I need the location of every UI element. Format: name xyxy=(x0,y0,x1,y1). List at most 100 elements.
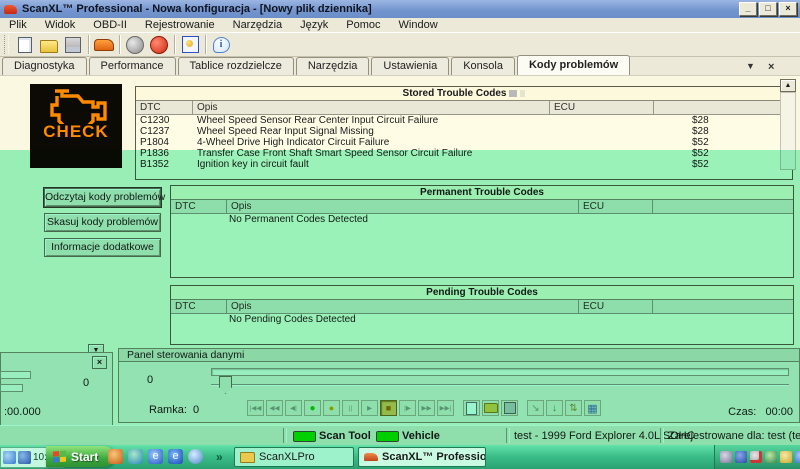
menu-plik[interactable]: Plik xyxy=(0,19,36,31)
tray-network-icon[interactable] xyxy=(750,451,762,463)
minimize-button[interactable]: _ xyxy=(739,2,757,16)
tab-kody-problemow[interactable]: Kody problemów xyxy=(517,55,630,75)
menu-widok[interactable]: Widok xyxy=(36,19,85,31)
save-file-button[interactable] xyxy=(61,34,85,55)
read-codes-button[interactable]: Odczytaj kody problemów xyxy=(44,188,161,207)
column-header-opis[interactable]: Opis xyxy=(227,300,579,313)
statusbar-separator xyxy=(506,428,510,443)
window-title: ScanXL™ Professional - Nowa konfiguracja… xyxy=(22,3,372,15)
scrollbar-up-icon[interactable]: ▲ xyxy=(780,79,796,92)
fast-rewind-button[interactable]: ◀◀ xyxy=(266,400,283,416)
car-icon xyxy=(364,453,378,461)
column-header-dtc[interactable]: DTC xyxy=(171,200,227,213)
new-log-button[interactable] xyxy=(463,400,480,416)
column-header-ecu[interactable]: ECU xyxy=(579,300,653,313)
column-header-blank[interactable] xyxy=(653,200,793,213)
table-row[interactable]: C1237 Wheel Speed Rear Input Signal Miss… xyxy=(136,126,792,137)
browser-icon[interactable] xyxy=(108,449,123,464)
step-back-button[interactable]: ◀| xyxy=(285,400,302,416)
column-header-ecu[interactable]: ECU xyxy=(579,200,653,213)
toolbar-grip[interactable] xyxy=(4,35,9,54)
export-button[interactable]: ↘ xyxy=(527,400,544,416)
column-header-blank[interactable] xyxy=(654,101,792,114)
tab-ustawienia[interactable]: Ustawienia xyxy=(371,57,449,75)
connect-button[interactable] xyxy=(123,34,147,55)
restore-button[interactable]: □ xyxy=(759,2,777,16)
play-button[interactable]: ▶ xyxy=(361,400,378,416)
disconnect-button[interactable] xyxy=(147,34,171,55)
toolbar: i xyxy=(0,32,800,57)
save-floppy-icon xyxy=(65,37,81,53)
clear-codes-button[interactable]: Skasuj kody problemów xyxy=(44,213,161,232)
column-header-ecu[interactable]: ECU xyxy=(550,101,654,114)
marker-button[interactable]: ● xyxy=(323,400,340,416)
menu-rejestrowanie[interactable]: Rejestrowanie xyxy=(136,19,224,31)
sync-button[interactable]: ⇅ xyxy=(565,400,582,416)
column-header-blank[interactable] xyxy=(653,300,793,313)
position-slider-thumb[interactable] xyxy=(219,376,232,394)
tab-bar: Diagnostyka Performance Tablice rozdziel… xyxy=(0,57,800,76)
info-button[interactable]: i xyxy=(209,34,233,55)
step-forward-button[interactable]: |▶ xyxy=(399,400,416,416)
taskbar-item-scanxl-professional[interactable]: ScanXL™ Professional... xyxy=(358,447,486,467)
ie-icon[interactable]: e xyxy=(168,449,183,464)
menu-jezyk[interactable]: Język xyxy=(291,19,337,31)
table-row[interactable]: P1804 4-Wheel Drive High Indicator Circu… xyxy=(136,137,792,148)
tab-performance[interactable]: Performance xyxy=(89,57,176,75)
column-header-dtc[interactable]: DTC xyxy=(171,300,227,313)
tray-shield-icon[interactable] xyxy=(765,451,777,463)
open-file-button[interactable] xyxy=(37,34,61,55)
menu-narzedzia[interactable]: Narzędzia xyxy=(224,19,292,31)
menu-obd-ii[interactable]: OBD-II xyxy=(84,19,136,31)
skip-to-end-button[interactable]: ▶▶| xyxy=(437,400,454,416)
open-log-button[interactable] xyxy=(482,400,499,416)
column-header-opis[interactable]: Opis xyxy=(193,101,550,114)
menu-window[interactable]: Window xyxy=(390,19,447,31)
position-slider-track[interactable] xyxy=(211,368,789,376)
new-file-button[interactable] xyxy=(13,34,37,55)
ie-icon[interactable]: e xyxy=(148,449,163,464)
start-button[interactable]: Start xyxy=(46,446,114,467)
position-slider-rail[interactable] xyxy=(211,384,789,386)
tab-konsola[interactable]: Konsola xyxy=(451,57,515,75)
permanent-codes-header: DTC Opis ECU xyxy=(171,200,793,214)
tray-app-icon[interactable] xyxy=(795,451,800,463)
pause-button[interactable]: || xyxy=(342,400,359,416)
scrollbar-track[interactable] xyxy=(780,92,796,170)
tray-battery-icon[interactable] xyxy=(735,451,747,463)
pending-codes-table: Pending Trouble Codes DTC Opis ECU No Pe… xyxy=(170,285,794,345)
tray-device-icon[interactable] xyxy=(720,451,732,463)
table-row[interactable]: C1230 Wheel Speed Sensor Rear Center Inp… xyxy=(136,115,792,126)
menu-pomoc[interactable]: Pomoc xyxy=(337,19,389,31)
quicklaunch-overflow-icon[interactable]: » xyxy=(216,450,223,464)
new-file-icon xyxy=(18,37,32,53)
table-row[interactable]: P1836 Transfer Case Front Shaft Smart Sp… xyxy=(136,148,792,159)
desktop-icon[interactable] xyxy=(128,449,143,464)
data-panel-title: Panel sterowania danymi xyxy=(118,348,800,362)
column-header-dtc[interactable]: DTC xyxy=(136,101,193,114)
tab-narzedzia[interactable]: Narzędzia xyxy=(296,57,370,75)
vehicle-button[interactable] xyxy=(92,34,116,55)
media-player-icon[interactable] xyxy=(188,449,203,464)
stop-button[interactable]: ■ xyxy=(380,400,397,416)
column-header-opis[interactable]: Opis xyxy=(227,200,579,213)
dashboards-button[interactable] xyxy=(178,34,202,55)
record-button[interactable]: ● xyxy=(304,400,321,416)
taskbar-item-scanxlpro[interactable]: ScanXLPro xyxy=(234,447,354,467)
tab-diagnostyka[interactable]: Diagnostyka xyxy=(2,57,87,75)
time-value: 00:00 xyxy=(765,406,793,418)
fast-forward-button[interactable]: ▶▶ xyxy=(418,400,435,416)
transport-controls: |◀◀ ◀◀ ◀| ● ● || ▶ ■ |▶ ▶▶ ▶▶| ↘ ↓ ⇅ ▦ xyxy=(247,400,601,416)
additional-info-button[interactable]: Informacje dodatkowe xyxy=(44,238,161,257)
table-row[interactable]: B1352 Ignition key in circuit fault $52 xyxy=(136,159,792,170)
save-log-button[interactable] xyxy=(501,400,518,416)
tray-volume-icon[interactable] xyxy=(780,451,792,463)
tab-list-dropdown-icon[interactable]: ▼ xyxy=(746,61,755,71)
skip-to-start-button[interactable]: |◀◀ xyxy=(247,400,264,416)
tab-tablice-rozdzielcze[interactable]: Tablice rozdzielcze xyxy=(178,57,294,75)
close-button[interactable]: × xyxy=(779,2,797,16)
tab-close-icon[interactable]: × xyxy=(768,61,774,73)
fragment-close-icon[interactable]: × xyxy=(92,356,107,369)
download-button[interactable]: ↓ xyxy=(546,400,563,416)
grid-view-button[interactable]: ▦ xyxy=(584,400,601,416)
